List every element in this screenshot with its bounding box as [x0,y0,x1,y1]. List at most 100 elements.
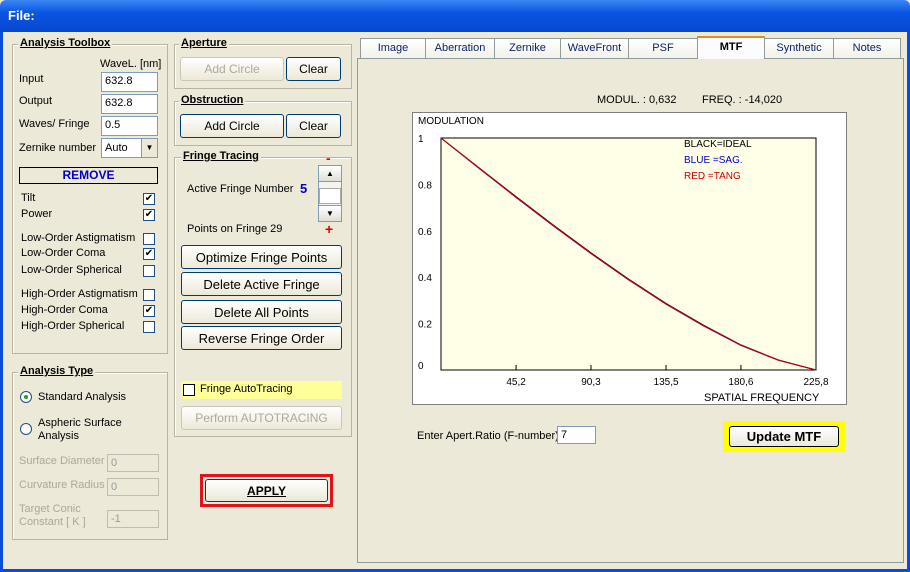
remove-term-checkbox[interactable] [143,233,155,245]
perform-autotracing-button[interactable]: Perform AUTOTRACING [181,406,342,430]
tab-notes[interactable]: Notes [833,38,901,58]
freq-readout: FREQ. : -14,020 [702,94,783,106]
apply-button[interactable]: APPLY [205,479,328,502]
remove-term-label: Power [21,208,53,220]
tab-image[interactable]: Image [360,38,426,58]
remove-term-checkbox[interactable]: ✔ [143,193,155,205]
remove-term-label: High-Order Coma [21,304,108,316]
window-title: File: [8,8,35,23]
chevron-down-icon[interactable]: ▼ [141,139,157,157]
surface-diameter-field[interactable]: 0 [107,454,159,472]
target-conic-label-1: Target Conic [19,503,81,515]
wavel-header: WaveL. [nm] [100,58,162,70]
x-tick-label: 225,8 [803,377,828,388]
tab-mtf[interactable]: MTF [697,36,765,59]
modul-readout: MODUL. : 0,632 [597,94,677,106]
tab-wavefront[interactable]: WaveFront [560,38,629,58]
output-wavelength-field[interactable]: 632.8 [101,94,158,114]
obstruction-add-circle-button[interactable]: Add Circle [180,114,284,138]
remove-header: REMOVE [19,167,158,184]
waves-fringe-field[interactable]: 0.5 [101,116,158,136]
reverse-fringe-order-button[interactable]: Reverse Fringe Order [181,326,342,350]
y-tick-label: 0.4 [418,273,432,284]
analysis-toolbox-title: Analysis Toolbox [18,37,113,49]
fringe-autotracing-row[interactable]: Fringe AutoTracing [181,381,342,399]
scroll-up-button[interactable]: ▲ [319,166,341,182]
standard-analysis-radio[interactable] [20,391,32,403]
obstruction-clear-button[interactable]: Clear [286,114,341,138]
active-fringe-value: 5 [300,181,308,196]
plot-area [440,137,817,371]
fringe-autotracing-checkbox[interactable] [183,384,195,396]
remove-term-label: Tilt [21,192,36,204]
input-wavelength-field[interactable]: 632.8 [101,72,158,92]
tab-aberration[interactable]: Aberration [425,38,495,58]
standard-analysis-label[interactable]: Standard Analysis [38,391,126,403]
y-tick-label: 0 [418,361,424,372]
fringe-scrollbar[interactable]: ▲ ▼ [318,165,342,222]
target-conic-field[interactable]: -1 [107,510,159,528]
fringe-autotracing-label[interactable]: Fringe AutoTracing [200,383,293,395]
plus-indicator: + [325,221,334,237]
tab-zernike[interactable]: Zernike [494,38,561,58]
title-bar: File: [0,0,910,32]
points-on-fringe-label: Points on Fringe 29 [187,223,283,235]
aspheric-analysis-label-1[interactable]: Aspheric Surface [38,417,122,429]
remove-term-checkbox[interactable]: ✔ [143,248,155,260]
y-tick-label: 0.2 [418,320,432,331]
output-label: Output [19,95,53,107]
scroll-down-button[interactable]: ▼ [319,205,341,221]
target-conic-label-2: Constant [ K ] [19,516,86,528]
zernike-number-label: Zernike number [19,142,97,154]
zernike-number-select[interactable]: Auto ▼ [101,138,158,158]
scroll-thumb[interactable] [319,188,341,204]
y-tick-label: 0.6 [418,227,432,238]
legend-entry: BLACK=IDEAL [684,139,752,150]
zernike-number-value: Auto [105,142,128,154]
remove-term-label: Low-Order Spherical [21,264,122,276]
tab-synthetic[interactable]: Synthetic [764,38,834,58]
tab-psf[interactable]: PSF [628,38,698,58]
aperture-add-circle-button[interactable]: Add Circle [180,57,284,81]
curvature-radius-field[interactable]: 0 [107,478,159,496]
aperture-clear-button[interactable]: Clear [286,57,341,81]
remove-term-label: High-Order Astigmatism [21,288,138,300]
curvature-radius-label: Curvature Radius [19,479,105,491]
mtf-chart: MODULATION SPATIAL FREQUENCY 0 0.2 0.4 0.6 0… [412,112,847,405]
obstruction-title: Obstruction [179,94,246,106]
remove-term-checkbox[interactable]: ✔ [143,305,155,317]
x-tick-label: 135,5 [654,377,679,388]
delete-active-fringe-button[interactable]: Delete Active Fringe [181,272,342,296]
minus-indicator: - [326,150,331,166]
remove-term-label: Low-Order Coma [21,247,106,259]
fringe-tracing-title: Fringe Tracing [181,150,261,162]
input-label: Input [19,73,44,85]
remove-term-checkbox[interactable]: ✔ [143,209,155,221]
active-fringe-label: Active Fringe Number [187,183,294,195]
f-number-label: Enter Apert.Ratio (F-number) [417,430,559,442]
delete-all-points-button[interactable]: Delete All Points [181,300,342,324]
remove-term-checkbox[interactable] [143,265,155,277]
legend-entry: RED =TANG [684,171,741,182]
aspheric-analysis-radio[interactable] [20,423,32,435]
f-number-field[interactable]: 7 [557,426,596,444]
aspheric-analysis-label-2[interactable]: Analysis [38,430,79,442]
remove-term-label: Low-Order Astigmatism [21,232,136,244]
remove-term-checkbox[interactable] [143,289,155,301]
update-mtf-button[interactable]: Update MTF [729,426,839,447]
x-axis-label: SPATIAL FREQUENCY [704,392,820,404]
waves-fringe-label: Waves/ Fringe [19,118,90,130]
y-tick-label: 1 [418,134,424,145]
x-tick-label: 45,2 [506,377,526,388]
analysis-type-title: Analysis Type [18,365,96,377]
x-tick-label: 180,6 [728,377,753,388]
remove-term-label: High-Order Spherical [21,320,125,332]
aperture-title: Aperture [179,37,229,49]
apply-button-label: APPLY [247,483,286,498]
y-tick-label: 0.8 [418,180,432,191]
optimize-fringe-points-button[interactable]: Optimize Fringe Points [181,245,342,269]
remove-term-checkbox[interactable] [143,321,155,333]
y-axis-label: MODULATION [418,116,484,127]
remove-header-label: REMOVE [62,168,115,182]
legend-entry: BLUE =SAG. [684,155,743,166]
